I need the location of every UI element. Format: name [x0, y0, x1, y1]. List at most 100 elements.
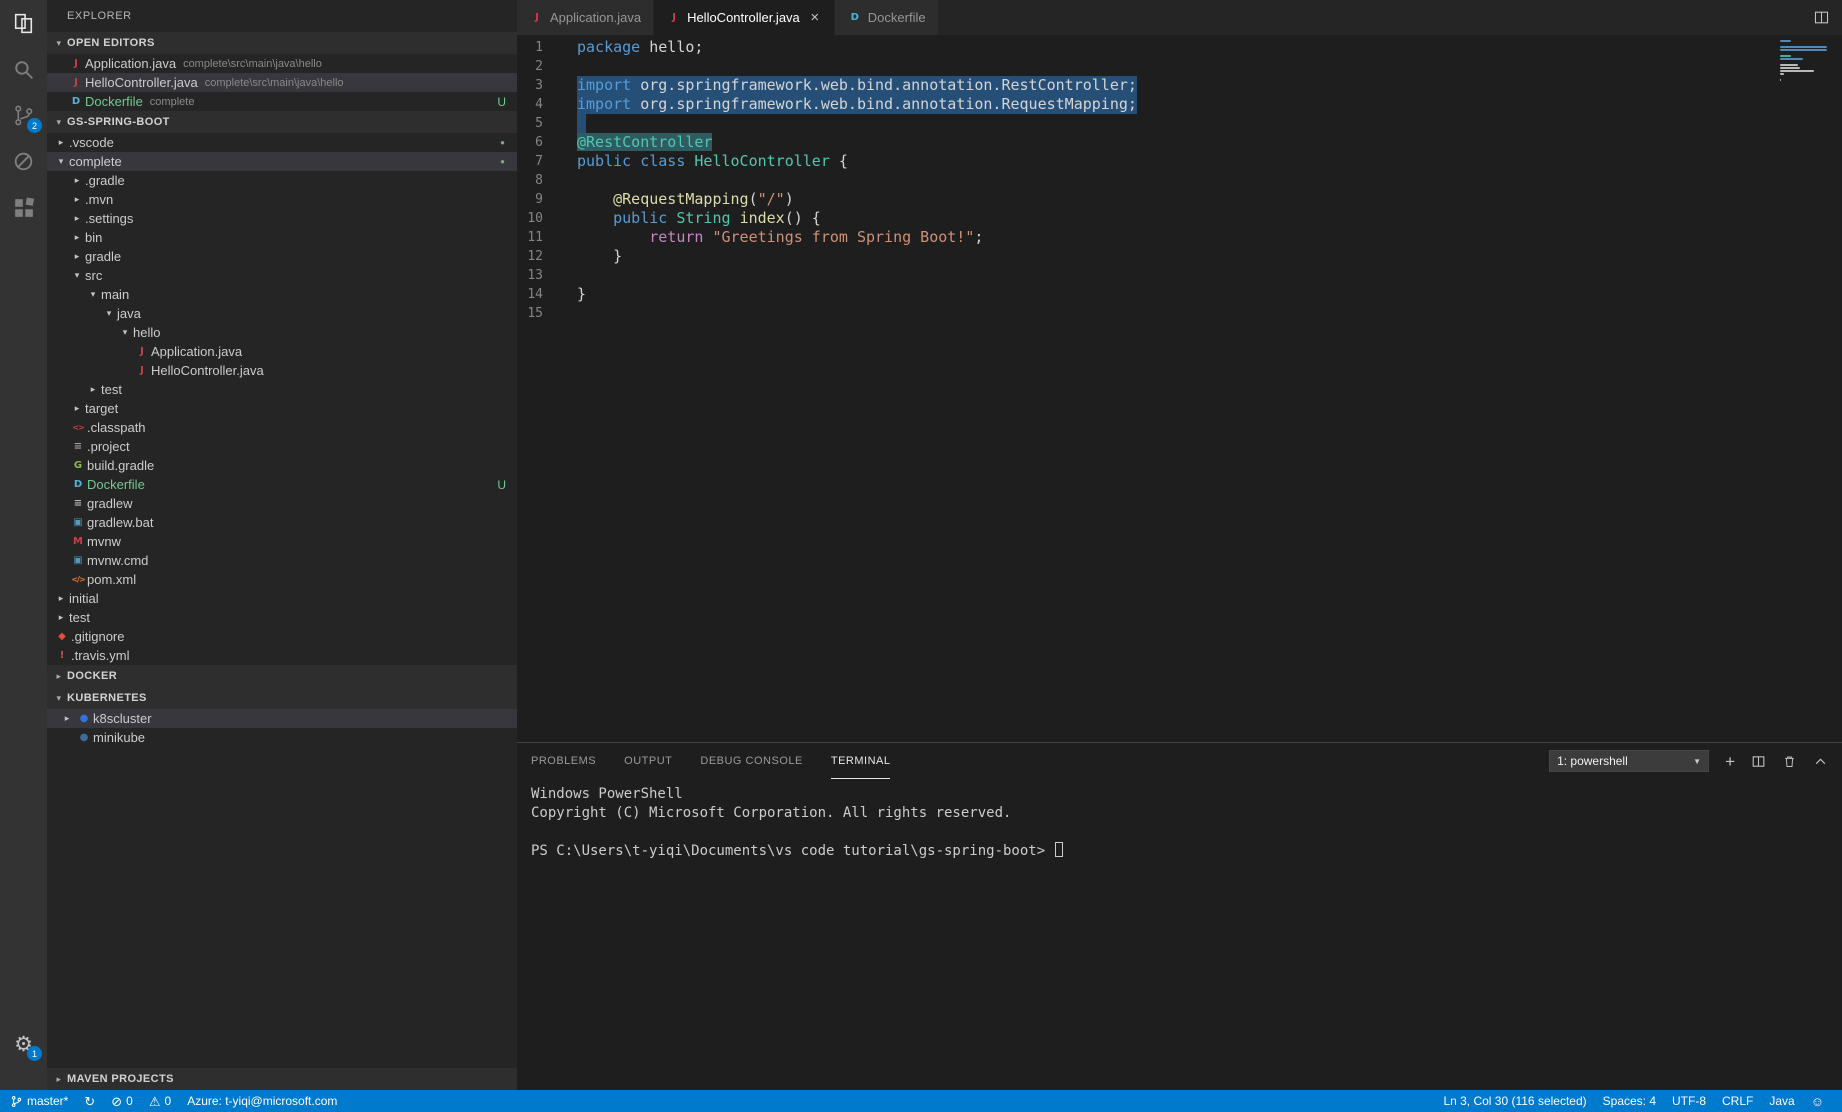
- sync-icon: ↻: [84, 1095, 95, 1108]
- tree-file[interactable]: ◆.gitignore: [47, 627, 517, 646]
- file-path: complete\src\main\java\hello: [205, 77, 344, 89]
- tree-folder[interactable]: ▸bin: [47, 228, 517, 247]
- tree-folder[interactable]: ▾complete●: [47, 152, 517, 171]
- tree-folder[interactable]: ▸.settings: [47, 209, 517, 228]
- open-editors-label: OPEN EDITORS: [67, 37, 155, 49]
- code-token: "/": [758, 190, 785, 208]
- tree-file[interactable]: !.travis.yml: [47, 646, 517, 665]
- code-token: public: [613, 209, 667, 227]
- tab-label: Application.java: [550, 10, 641, 25]
- project-section-header[interactable]: ▾ GS-SPRING-BOOT: [47, 111, 517, 133]
- status-azure-account[interactable]: Azure: t-yiqi@microsoft.com: [179, 1090, 345, 1112]
- panel-tab-problems[interactable]: PROBLEMS: [531, 743, 596, 779]
- item-label: mvnw.cmd: [87, 553, 148, 568]
- code-editor[interactable]: 1package hello;23import org.springframew…: [517, 35, 1842, 742]
- tree-file[interactable]: DDockerfileU: [47, 475, 517, 494]
- tree-file[interactable]: ▣gradlew.bat: [47, 513, 517, 532]
- settings-button[interactable]: ⚙ 1: [0, 1022, 47, 1066]
- open-editor-item[interactable]: JHelloController.javacomplete\src\main\j…: [47, 73, 517, 92]
- tree-file[interactable]: <>.classpath: [47, 418, 517, 437]
- tree-folder[interactable]: ▸.gradle: [47, 171, 517, 190]
- close-icon[interactable]: ×: [808, 9, 822, 26]
- tab-dockerfile[interactable]: DDockerfile: [835, 0, 939, 35]
- chevron-right-icon: ▸: [69, 251, 85, 262]
- tab-bar: JApplication.javaJHelloController.java×D…: [517, 0, 1842, 35]
- status-errors[interactable]: ⊘0: [103, 1090, 141, 1112]
- file-tree: ▸.vscode●▾complete●▸.gradle▸.mvn▸.settin…: [47, 133, 517, 665]
- tree-folder[interactable]: ▾java: [47, 304, 517, 323]
- status-encoding[interactable]: UTF-8: [1664, 1090, 1714, 1112]
- code-token: {: [830, 152, 848, 170]
- split-editor-button[interactable]: [1813, 9, 1830, 26]
- tree-folder[interactable]: ▸test: [47, 380, 517, 399]
- tree-folder[interactable]: ▸.vscode●: [47, 133, 517, 152]
- tree-file[interactable]: </>pom.xml: [47, 570, 517, 589]
- activity-search-button[interactable]: [0, 46, 47, 92]
- tab-hellocontroller-java[interactable]: JHelloController.java×: [654, 0, 835, 35]
- maven-section-header[interactable]: ▸ MAVEN PROJECTS: [47, 1068, 517, 1090]
- tree-file[interactable]: JApplication.java: [47, 342, 517, 361]
- panel-tab-debug-console[interactable]: DEBUG CONSOLE: [700, 743, 802, 779]
- kill-terminal-button[interactable]: [1782, 754, 1797, 769]
- terminal-output[interactable]: Windows PowerShellCopyright (C) Microsof…: [517, 779, 1842, 1090]
- tree-file[interactable]: ≡gradlew: [47, 494, 517, 513]
- kubernetes-item[interactable]: ●minikube: [47, 728, 517, 747]
- open-editor-item[interactable]: JApplication.javacomplete\src\main\java\…: [47, 54, 517, 73]
- chevron-right-icon: ▸: [59, 713, 75, 724]
- sidebar-explorer: EXPLORER ▾ OPEN EDITORS JApplication.jav…: [47, 0, 517, 1090]
- line-number: 10: [517, 209, 563, 228]
- panel-tab-output[interactable]: OUTPUT: [624, 743, 672, 779]
- minimap[interactable]: [1780, 39, 1834, 85]
- modified-dot-badge: ●: [500, 138, 517, 147]
- kubernetes-section-label: KUBERNETES: [67, 692, 147, 704]
- terminal-line: [531, 823, 1842, 842]
- item-label: .gradle: [85, 173, 125, 188]
- maven-section-label: MAVEN PROJECTS: [67, 1073, 174, 1085]
- kubernetes-item[interactable]: ▸●k8scluster: [47, 709, 517, 728]
- tree-folder[interactable]: ▸.mvn: [47, 190, 517, 209]
- tree-file[interactable]: Gbuild.gradle: [47, 456, 517, 475]
- tree-file[interactable]: Mmvnw: [47, 532, 517, 551]
- item-label: complete: [69, 154, 122, 169]
- activity-source-control-button[interactable]: 2: [0, 92, 47, 138]
- item-label: test: [101, 382, 122, 397]
- split-terminal-button[interactable]: [1751, 754, 1766, 769]
- code-token: index: [740, 209, 785, 227]
- docker-section-header[interactable]: ▸ DOCKER: [47, 665, 517, 687]
- tree-file[interactable]: ▣mvnw.cmd: [47, 551, 517, 570]
- tree-file[interactable]: ≡.project: [47, 437, 517, 456]
- eclipse-icon: ≡: [69, 441, 87, 452]
- tree-folder[interactable]: ▾src: [47, 266, 517, 285]
- panel-tab-terminal[interactable]: TERMINAL: [831, 743, 891, 779]
- status-warnings[interactable]: ⚠0: [141, 1090, 179, 1112]
- chevron-right-icon: ▸: [53, 137, 69, 148]
- open-editor-item[interactable]: DDockerfilecompleteU: [47, 92, 517, 111]
- open-editors-header[interactable]: ▾ OPEN EDITORS: [47, 32, 517, 54]
- tree-file[interactable]: JHelloController.java: [47, 361, 517, 380]
- status-git-branch[interactable]: master*: [2, 1090, 76, 1112]
- new-terminal-button[interactable]: +: [1725, 753, 1735, 770]
- line-number: 13: [517, 266, 563, 285]
- tree-folder[interactable]: ▾hello: [47, 323, 517, 342]
- tree-folder[interactable]: ▸target: [47, 399, 517, 418]
- status-indentation[interactable]: Spaces: 4: [1595, 1090, 1664, 1112]
- maximize-panel-button[interactable]: [1813, 754, 1828, 769]
- status-sync[interactable]: ↻: [76, 1090, 103, 1112]
- activity-extensions-button[interactable]: [0, 184, 47, 230]
- status-eol[interactable]: CRLF: [1714, 1090, 1761, 1112]
- status-feedback[interactable]: ☺: [1803, 1090, 1832, 1112]
- status-label: master*: [27, 1094, 68, 1108]
- status-language-mode[interactable]: Java: [1761, 1090, 1802, 1112]
- tree-folder[interactable]: ▸test: [47, 608, 517, 627]
- terminal-picker[interactable]: 1: powershell ▼: [1549, 750, 1709, 772]
- file-label: Dockerfile: [85, 94, 143, 109]
- tree-folder[interactable]: ▸initial: [47, 589, 517, 608]
- java-icon: J: [67, 77, 85, 88]
- tree-folder[interactable]: ▸gradle: [47, 247, 517, 266]
- tab-application-java[interactable]: JApplication.java: [517, 0, 654, 35]
- status-cursor-position[interactable]: Ln 3, Col 30 (116 selected): [1435, 1090, 1594, 1112]
- tree-folder[interactable]: ▾main: [47, 285, 517, 304]
- activity-debug-button[interactable]: [0, 138, 47, 184]
- kubernetes-section-header[interactable]: ▾ KUBERNETES: [47, 687, 517, 709]
- activity-explorer-button[interactable]: [0, 0, 47, 46]
